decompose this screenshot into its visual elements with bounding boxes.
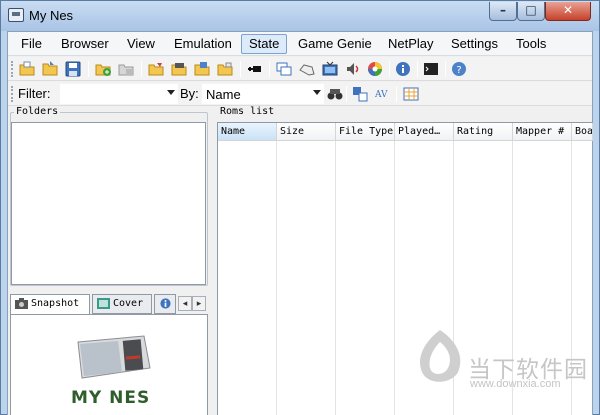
tab-snapshot[interactable]: Snapshot — [10, 294, 90, 315]
column-divider — [276, 141, 277, 415]
tv-icon[interactable] — [321, 60, 339, 78]
menu-file[interactable]: File — [14, 34, 49, 54]
app-icon — [8, 8, 24, 22]
console-icon[interactable] — [422, 60, 440, 78]
filterbar-grip[interactable] — [11, 86, 14, 102]
window-title: My Nes — [29, 8, 74, 23]
folder-sync-icon[interactable] — [216, 60, 234, 78]
snapshot-title: MY NES — [71, 388, 151, 408]
column-header-size[interactable]: Size — [277, 123, 336, 141]
menu-state[interactable]: State — [241, 34, 288, 54]
menu-netplay[interactable]: NetPlay — [381, 34, 441, 54]
speaker-icon[interactable] — [344, 60, 362, 78]
by-value: Name — [206, 87, 241, 102]
column-header-file-type[interactable]: File Type — [336, 123, 395, 141]
toolbar-separator — [141, 61, 142, 77]
toolbar-separator — [269, 61, 270, 77]
open-folder-icon[interactable] — [41, 60, 59, 78]
toolbar-grip[interactable] — [11, 61, 14, 77]
roms-list-title: Roms list — [218, 106, 277, 117]
column-divider — [394, 141, 395, 415]
toolbar-separator — [88, 61, 89, 77]
tab-cover[interactable]: Cover — [92, 294, 152, 314]
main-window: My Nes – □ ✕ File Browser View Emulation… — [0, 0, 600, 415]
filter-label: Filter: — [18, 86, 51, 101]
font-size-icon[interactable]: AV — [374, 85, 392, 103]
column-header-rating[interactable]: Rating — [454, 123, 513, 141]
folder-open-icon[interactable] — [170, 60, 188, 78]
client-area: File Browser View Emulation State Game G… — [7, 31, 593, 415]
tab-cover-label: Cover — [113, 298, 144, 309]
nes-console-image — [77, 335, 151, 379]
folder-play-icon[interactable] — [193, 60, 211, 78]
toolbar-separator — [417, 61, 418, 77]
column-header-board[interactable]: Boa — [572, 123, 593, 141]
info-icon[interactable] — [394, 60, 412, 78]
toolbar-separator — [396, 86, 397, 102]
column-divider — [335, 141, 336, 415]
tab-scroll-right-button[interactable]: ▸ — [192, 296, 206, 311]
toolbar-separator — [240, 61, 241, 77]
toolbar: ? — [8, 57, 592, 81]
toolbar-separator — [389, 61, 390, 77]
by-label: By: — [180, 86, 199, 101]
chevron-down-icon[interactable] — [313, 90, 321, 95]
menu-bar: File Browser View Emulation State Game G… — [8, 32, 592, 56]
toolbar-separator — [346, 86, 347, 102]
filter-bar: Filter: By: Name AV — [8, 82, 592, 106]
gamepad-icon[interactable] — [298, 60, 316, 78]
folders-tree[interactable] — [11, 122, 206, 285]
close-button[interactable]: ✕ — [545, 2, 591, 21]
tab-scroll-left-button[interactable]: ◂ — [178, 296, 192, 311]
plug-icon[interactable] — [246, 60, 264, 78]
help-icon[interactable]: ? — [450, 60, 468, 78]
preview-tabs: Snapshot Cover ◂ ▸ — [10, 294, 208, 315]
column-header-name[interactable]: Name — [218, 123, 277, 141]
svg-text:AV: AV — [374, 90, 388, 100]
open-icon[interactable] — [18, 60, 36, 78]
title-bar[interactable]: My Nes – □ ✕ — [1, 1, 599, 31]
menu-view[interactable]: View — [120, 34, 162, 54]
column-header-mapper[interactable]: Mapper # — [513, 123, 572, 141]
remove-icon[interactable] — [117, 60, 135, 78]
svg-text:?: ? — [456, 65, 461, 76]
add-folder-icon[interactable] — [94, 60, 112, 78]
tab-info[interactable] — [154, 294, 176, 314]
toolbar-separator — [445, 61, 446, 77]
folders-title: Folders — [14, 106, 61, 117]
window-icon[interactable] — [275, 60, 293, 78]
menu-game-genie[interactable]: Game Genie — [291, 34, 379, 54]
filter-combo[interactable] — [60, 84, 178, 104]
menu-settings[interactable]: Settings — [444, 34, 505, 54]
binoculars-icon[interactable] — [326, 85, 344, 103]
tab-snapshot-label: Snapshot — [31, 298, 80, 309]
watermark-logo — [420, 330, 461, 382]
menu-emulation[interactable]: Emulation — [167, 34, 239, 54]
camera-icon — [15, 298, 28, 309]
save-icon[interactable] — [64, 60, 82, 78]
by-combo[interactable]: Name — [202, 84, 324, 104]
minimize-button[interactable]: – — [489, 2, 517, 21]
translate-icon[interactable] — [351, 85, 369, 103]
watermark-url: www.downxia.com — [470, 378, 561, 390]
cover-icon — [97, 298, 110, 309]
info-icon — [160, 298, 171, 309]
menu-tools[interactable]: Tools — [509, 34, 553, 54]
chevron-down-icon[interactable] — [167, 90, 175, 95]
maximize-button[interactable]: □ — [517, 2, 545, 21]
columns-icon[interactable] — [402, 85, 420, 103]
folder-edit-icon[interactable] — [147, 60, 165, 78]
palette-icon[interactable] — [366, 60, 384, 78]
column-header-played[interactable]: Played… — [395, 123, 454, 141]
menu-browser[interactable]: Browser — [54, 34, 116, 54]
